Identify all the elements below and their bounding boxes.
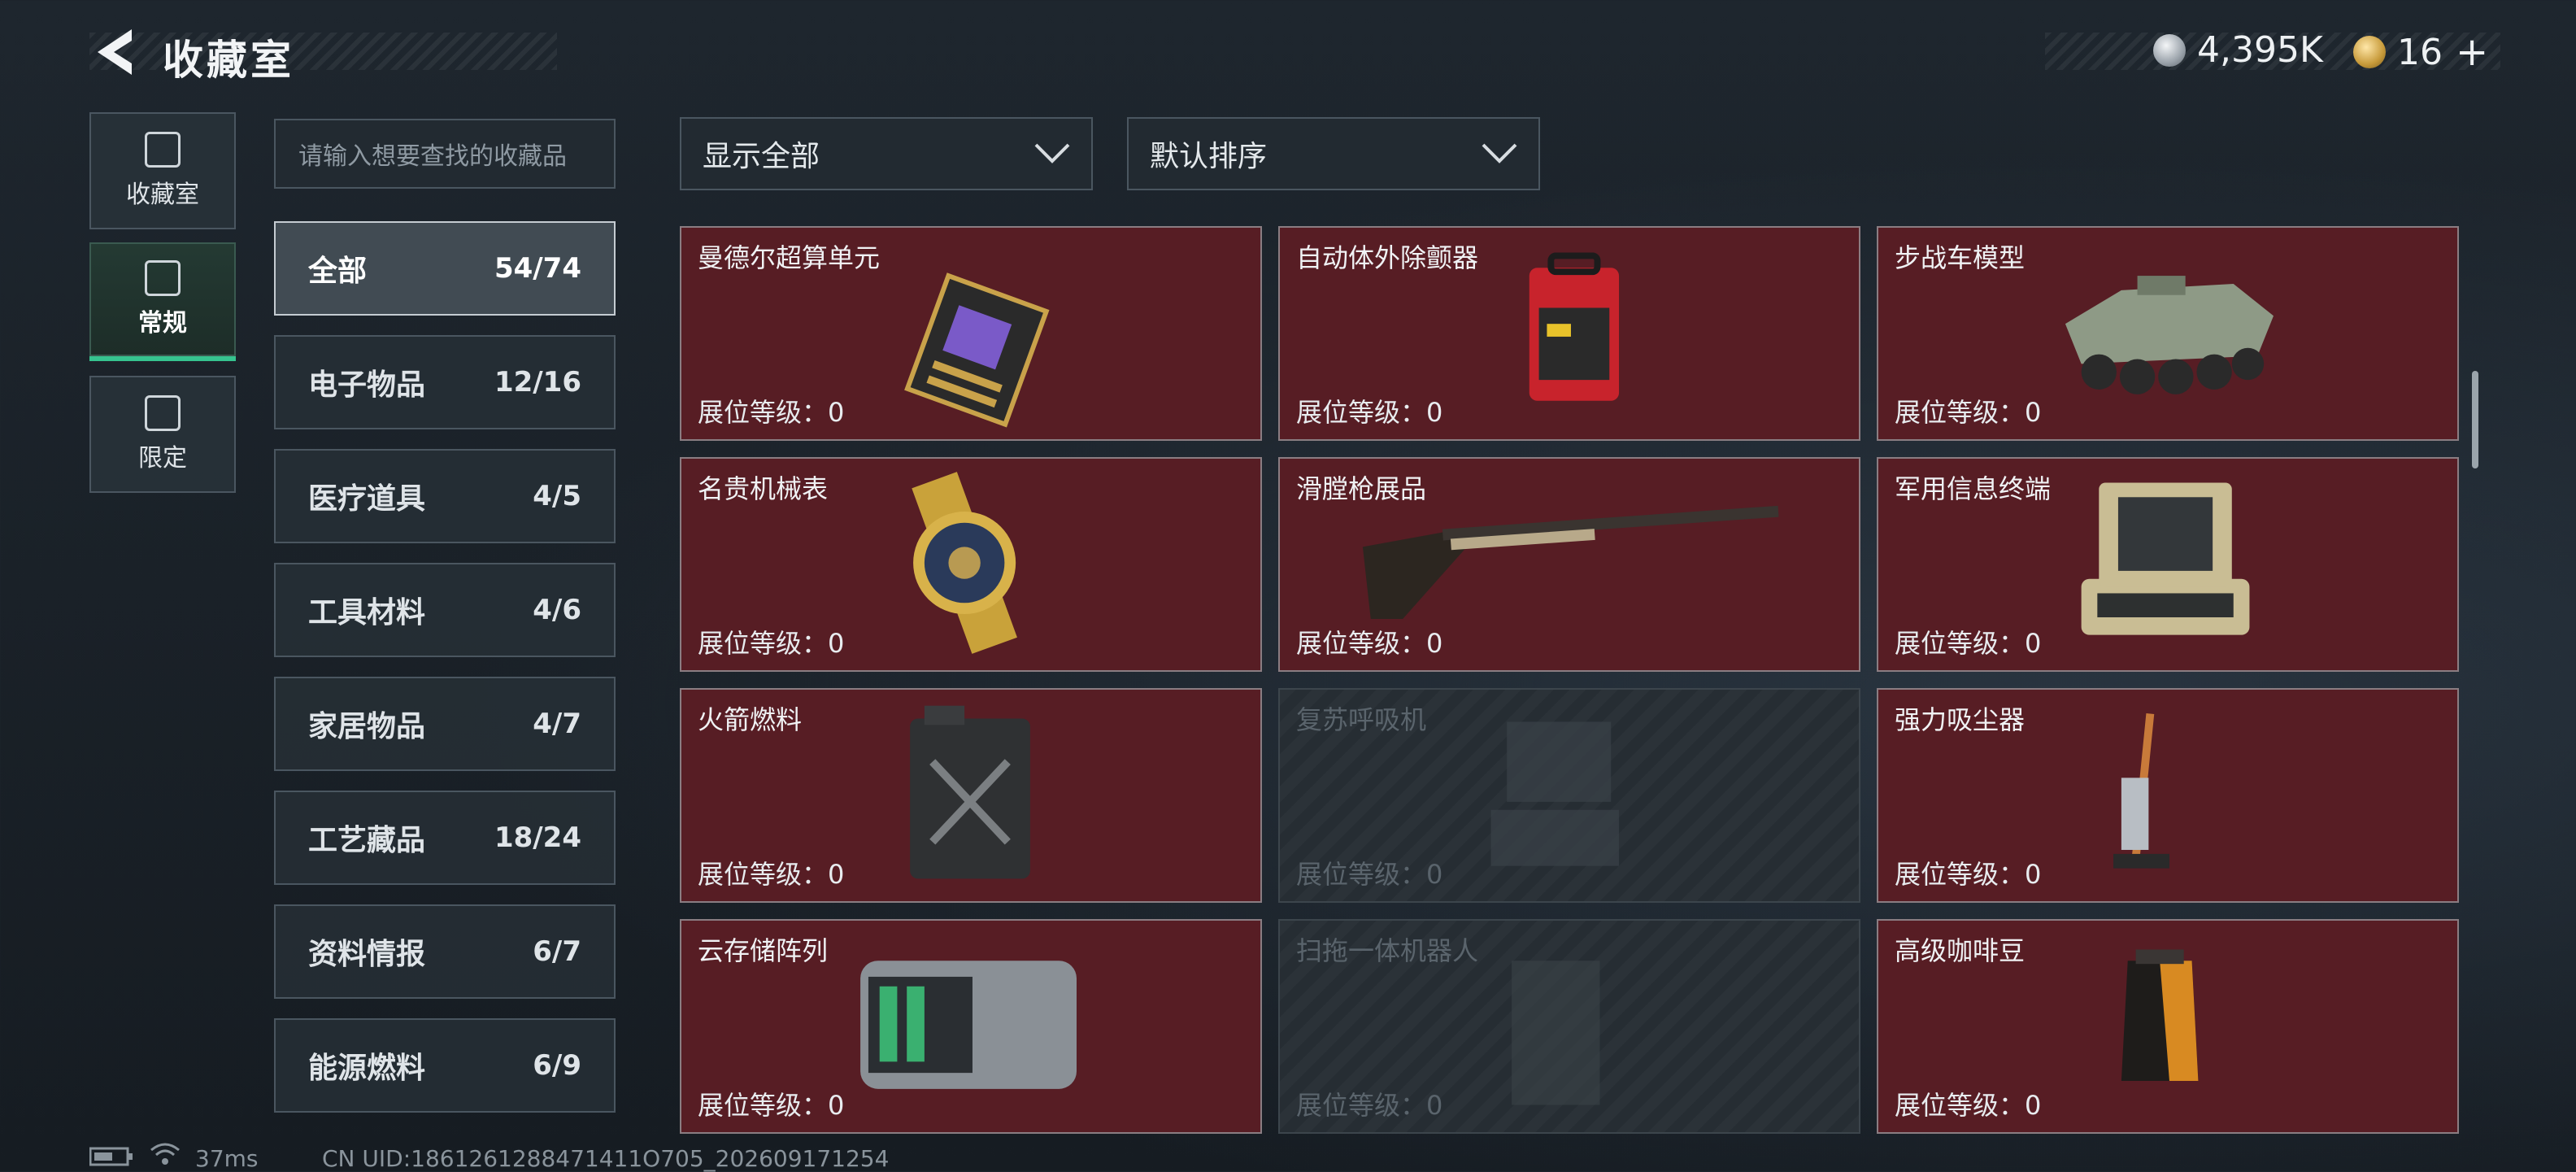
search-placeholder: 请输入想要查找的收藏品: [298, 142, 567, 171]
item-name: 火箭燃料: [698, 704, 803, 735]
mode-limited[interactable]: 限定: [89, 376, 236, 493]
silver-amount: 4,395K: [2197, 29, 2323, 71]
category-count: 4/6: [533, 594, 581, 626]
item-level: 展位等级：0: [698, 628, 845, 659]
battery-icon: [89, 1145, 135, 1172]
item-card-locked[interactable]: 复苏呼吸机 展位等级：0: [1278, 688, 1860, 903]
category-electronics[interactable]: 电子物品 12/16: [274, 335, 616, 429]
item-level: 展位等级：0: [1296, 1090, 1443, 1121]
category-count: 12/16: [494, 366, 581, 399]
show-filter-dropdown[interactable]: 显示全部: [680, 117, 1093, 190]
mode-vault-label: 收藏室: [126, 181, 199, 209]
category-label: 医疗道具: [308, 482, 426, 516]
category-label: 资料情报: [308, 938, 426, 971]
vault-icon: [145, 132, 181, 168]
search-input[interactable]: 请输入想要查找的收藏品: [274, 119, 616, 189]
item-card[interactable]: 强力吸尘器 展位等级：0: [1877, 688, 2459, 903]
item-name: 扫拖一体机器人: [1296, 935, 1479, 966]
category-medical[interactable]: 医疗道具 4/5: [274, 449, 616, 543]
chevron-down-icon: [1034, 143, 1070, 163]
uid-text: CN UID:1861261288471411O705_202609171254: [322, 1145, 890, 1172]
item-card[interactable]: 名贵机械表 展位等级：0: [680, 457, 1262, 672]
item-card[interactable]: 滑膛枪展品 展位等级：0: [1278, 457, 1860, 672]
category-label: 工具材料: [308, 596, 426, 630]
item-level: 展位等级：0: [1895, 1090, 2042, 1121]
back-arrow-icon: [98, 29, 132, 75]
category-label: 家居物品: [308, 710, 426, 743]
item-level: 展位等级：0: [1296, 859, 1443, 890]
category-crafts[interactable]: 工艺藏品 18/24: [274, 791, 616, 885]
category-count: 18/24: [494, 821, 581, 854]
wifi-icon: [150, 1142, 181, 1172]
category-fuel[interactable]: 能源燃料 6/9: [274, 1018, 616, 1113]
category-label: 工艺藏品: [308, 824, 426, 857]
item-card[interactable]: 云存储阵列 展位等级：0: [680, 919, 1262, 1134]
item-name: 强力吸尘器: [1895, 704, 2026, 735]
page-title: 收藏室: [163, 37, 294, 84]
category-tools[interactable]: 工具材料 4/6: [274, 563, 616, 657]
item-name: 自动体外除颤器: [1296, 242, 1479, 273]
item-name: 复苏呼吸机: [1296, 704, 1427, 735]
add-currency-plus[interactable]: +: [2456, 29, 2488, 75]
item-level: 展位等级：0: [1895, 628, 2042, 659]
item-card[interactable]: 曼德尔超算单元 展位等级：0: [680, 226, 1262, 441]
mode-limited-label: 限定: [138, 444, 187, 473]
item-level: 展位等级：0: [1296, 397, 1443, 428]
item-level: 展位等级：0: [1895, 397, 2042, 428]
item-name: 滑膛枪展品: [1296, 473, 1427, 504]
back-button[interactable]: [88, 24, 138, 80]
item-name: 曼德尔超算单元: [698, 242, 881, 273]
category-count: 6/7: [533, 935, 581, 968]
gold-currency[interactable]: 16 +: [2353, 29, 2488, 75]
item-card[interactable]: 火箭燃料 展位等级：0: [680, 688, 1262, 903]
silver-currency: 4,395K: [2153, 29, 2323, 71]
show-filter-value: 显示全部: [703, 140, 820, 173]
item-level: 展位等级：0: [698, 397, 845, 428]
item-level: 展位等级：0: [1296, 628, 1443, 659]
category-intel[interactable]: 资料情报 6/7: [274, 904, 616, 999]
category-household[interactable]: 家居物品 4/7: [274, 677, 616, 771]
category-count: 4/7: [533, 708, 581, 740]
item-level: 展位等级：0: [1895, 859, 2042, 890]
item-name: 步战车模型: [1895, 242, 2026, 273]
title-band: [89, 33, 557, 70]
item-level: 展位等级：0: [698, 859, 845, 890]
item-name: 军用信息终端: [1895, 473, 2052, 504]
category-count: 54/74: [494, 252, 581, 285]
item-name: 高级咖啡豆: [1895, 935, 2026, 966]
item-card[interactable]: 自动体外除颤器 展位等级：0: [1278, 226, 1860, 441]
item-card[interactable]: 军用信息终端 展位等级：0: [1877, 457, 2459, 672]
item-name: 名贵机械表: [698, 473, 829, 504]
grid-scrollbar[interactable]: [2472, 371, 2478, 468]
category-count: 6/9: [533, 1049, 581, 1082]
mode-vault[interactable]: 收藏室: [89, 112, 236, 229]
ping-text: 37ms: [195, 1145, 259, 1172]
item-level: 展位等级：0: [698, 1090, 845, 1121]
item-card[interactable]: 步战车模型 展位等级：0: [1877, 226, 2459, 441]
silver-coin-icon: [2153, 33, 2186, 67]
gallery-icon: [145, 395, 181, 431]
item-name: 云存储阵列: [698, 935, 829, 966]
category-all[interactable]: 全部 54/74: [274, 221, 616, 316]
category-label: 能源燃料: [308, 1052, 426, 1085]
category-count: 4/5: [533, 480, 581, 512]
mode-regular-label: 常规: [138, 309, 187, 338]
gold-amount: 16: [2397, 31, 2443, 73]
mode-regular[interactable]: 常规: [89, 242, 236, 361]
gold-coin-icon: [2353, 36, 2386, 68]
sort-value: 默认排序: [1150, 140, 1268, 173]
picture-icon: [145, 260, 181, 296]
item-card-locked[interactable]: 扫拖一体机器人 展位等级：0: [1278, 919, 1860, 1134]
category-label: 电子物品: [308, 368, 426, 402]
item-card[interactable]: 高级咖啡豆 展位等级：0: [1877, 919, 2459, 1134]
sort-dropdown[interactable]: 默认排序: [1127, 117, 1540, 190]
chevron-down-icon: [1482, 143, 1517, 163]
category-label: 全部: [308, 255, 368, 288]
